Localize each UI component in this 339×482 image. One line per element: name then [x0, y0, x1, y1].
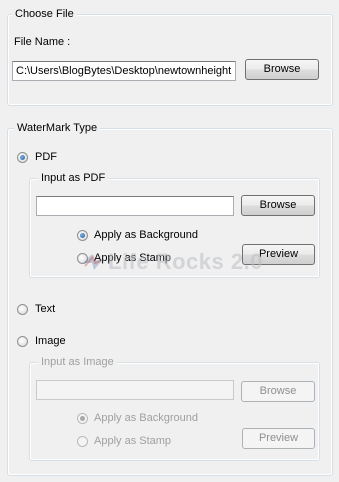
image-apply-stamp-label[interactable]: Apply as Stamp [94, 434, 171, 448]
watermark-overlay-text: Life Rocks 2.0 [108, 249, 263, 274]
image-apply-background-radio[interactable] [77, 413, 88, 424]
text-radio-label[interactable]: Text [35, 302, 55, 316]
choose-file-browse-button[interactable]: Browse [245, 59, 319, 80]
watermark-logo-icon [83, 254, 103, 270]
image-preview-button[interactable]: Preview [242, 428, 315, 449]
pdf-file-input[interactable] [36, 196, 234, 216]
pdf-apply-background-label[interactable]: Apply as Background [94, 228, 198, 242]
pdf-browse-button[interactable]: Browse [241, 195, 315, 216]
watermark-type-legend: WaterMark Type [14, 121, 101, 135]
file-name-label: File Name : [14, 36, 71, 48]
pdf-radio[interactable] [17, 152, 28, 163]
pdf-radio-label[interactable]: PDF [35, 150, 57, 164]
image-apply-stamp-radio[interactable] [77, 436, 88, 447]
choose-file-legend: Choose File [12, 7, 77, 21]
input-as-pdf-legend: Input as PDF [38, 171, 109, 185]
text-radio[interactable] [17, 304, 28, 315]
pdf-apply-background-radio[interactable] [77, 230, 88, 241]
image-browse-button[interactable]: Browse [241, 381, 315, 402]
input-as-image-legend: Input as Image [38, 355, 117, 369]
file-path-input[interactable]: C:\Users\BlogBytes\Desktop\newtownheight [12, 61, 236, 81]
image-radio[interactable] [17, 336, 28, 347]
image-apply-background-label[interactable]: Apply as Background [94, 411, 198, 425]
image-radio-label[interactable]: Image [35, 334, 66, 348]
image-file-input[interactable] [36, 380, 234, 400]
